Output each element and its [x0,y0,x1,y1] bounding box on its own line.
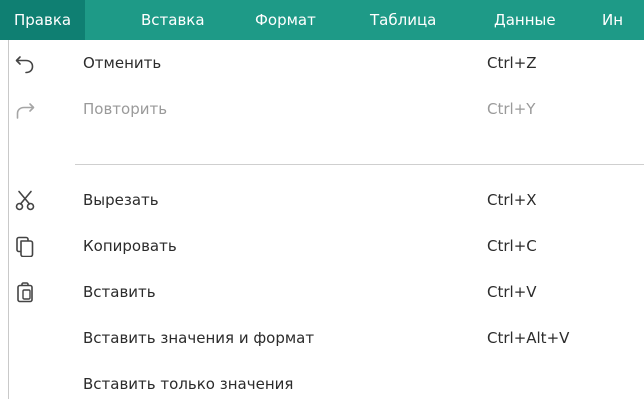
menu-table-label: Таблица [370,11,437,29]
menu-edit-label: Правка [14,11,72,29]
menu-format-label: Формат [255,11,316,29]
menu-item-copy-label: Копировать [83,237,177,255]
menu-item-copy[interactable]: Копировать Ctrl+C [9,223,644,269]
menu-item-undo-label: Отменить [83,54,162,72]
menu-more-label: Ин [602,11,624,29]
redo-icon [13,97,37,121]
paste-icon [13,280,37,304]
menu-data[interactable]: Данные [494,0,556,40]
menu-item-redo[interactable]: Повторить Ctrl+Y [9,86,644,132]
menu-item-paste[interactable]: Вставить Ctrl+V [9,269,644,315]
menu-more[interactable]: Ин [602,0,623,40]
menu-item-copy-shortcut: Ctrl+C [487,237,537,255]
copy-icon [13,234,37,258]
menu-data-label: Данные [494,11,556,29]
menu-insert[interactable]: Вставка [141,0,205,40]
menu-format[interactable]: Формат [255,0,316,40]
menu-table[interactable]: Таблица [370,0,436,40]
menu-item-cut-shortcut: Ctrl+X [487,191,537,209]
menu-item-undo-shortcut: Ctrl+Z [487,54,537,72]
menu-item-undo[interactable]: Отменить Ctrl+Z [9,40,644,86]
menu-item-paste-values-and-format[interactable]: Вставить значения и формат Ctrl+Alt+V [9,315,644,361]
menu-item-paste-label: Вставить [83,283,156,301]
menu-item-paste-values-and-format-shortcut: Ctrl+Alt+V [487,329,570,347]
menu-item-paste-values-only[interactable]: Вставить только значения [9,361,644,399]
menu-item-cut[interactable]: Вырезать Ctrl+X [9,177,644,223]
menu-separator [75,164,644,165]
menu-item-paste-values-and-format-label: Вставить значения и формат [83,329,315,347]
menu-edit[interactable]: Правка [0,0,86,40]
menu-insert-label: Вставка [141,11,205,29]
menu-item-redo-label: Повторить [83,100,168,118]
menu-item-cut-label: Вырезать [83,191,159,209]
edit-menu-dropdown: Отменить Ctrl+Z Повторить Ctrl+Y Вырезат… [8,40,644,399]
undo-icon [13,51,37,75]
menu-item-paste-values-only-label: Вставить только значения [83,375,294,393]
cut-icon [13,188,37,212]
menu-bar: Правка Вставка Формат Таблица Данные Ин [0,0,644,40]
menu-item-paste-shortcut: Ctrl+V [487,283,537,301]
menu-item-redo-shortcut: Ctrl+Y [487,100,536,118]
